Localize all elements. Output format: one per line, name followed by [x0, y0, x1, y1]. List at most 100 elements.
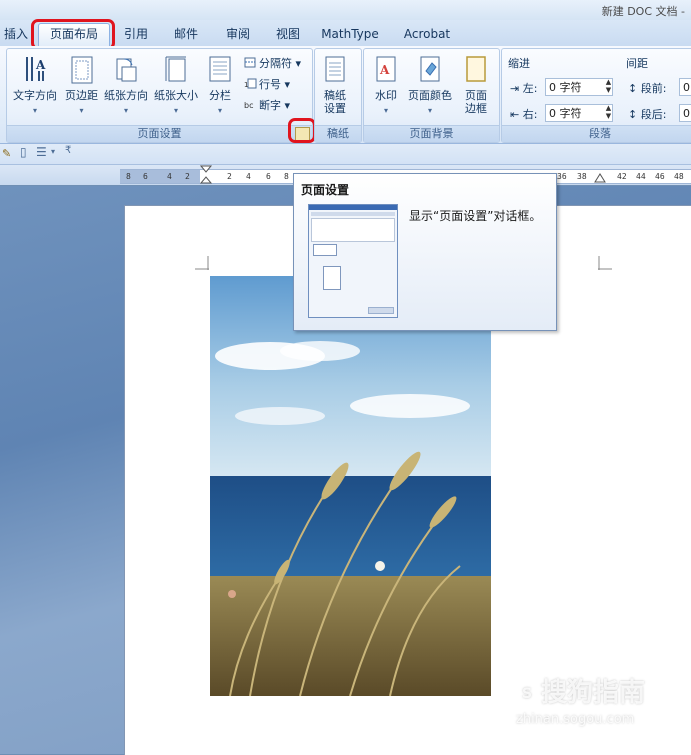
space-after-input[interactable]: 0	[679, 104, 691, 122]
columns-caret: ▾	[217, 106, 222, 115]
draft-paper-icon	[325, 56, 345, 82]
preview-titlebar	[309, 205, 397, 210]
ruler-number: 8	[126, 172, 131, 181]
ruler-number: 44	[636, 172, 646, 181]
page-setup-dialog-launcher[interactable]	[295, 127, 310, 141]
text-direction-button[interactable]: A 文字方向 ▾	[13, 55, 57, 117]
tooltip-description: 显示“页面设置”对话框。	[409, 209, 542, 223]
group-label-page-setup: 页面设置	[7, 125, 312, 142]
svg-text:A: A	[379, 63, 390, 77]
group-page-setup: A 文字方向 ▾ 页边距 ▾ 纸张方向 ▾ 纸张大小 ▾ 分栏 ▾ 分隔符 ▾ …	[6, 48, 313, 143]
ruler-number: 4	[167, 172, 172, 181]
page-borders-label-line2: 边框	[465, 102, 487, 115]
watermark-label: 水印	[375, 89, 397, 102]
ruler-number: 36	[557, 172, 567, 181]
paper-size-button[interactable]: 纸张大小 ▾	[154, 55, 198, 117]
group-paragraph: 缩进 间距 ⇥ 左: 0 字符 ▲ ▼ ⇤ 右: 0 字符 ▲ ▼ ↕ 段前: 0 …	[501, 48, 691, 143]
window-title: 新建 DOC 文档 -	[601, 5, 685, 18]
tab-mathtype[interactable]: MathType	[318, 24, 382, 44]
text-direction-label: 文字方向	[13, 89, 57, 102]
tab-review[interactable]: 审阅	[220, 24, 256, 44]
text-direction-icon: A	[26, 57, 46, 81]
watermark-caret: ▾	[383, 106, 388, 115]
page-setup-tooltip: 页面设置 显示“页面设置”对话框。	[293, 173, 557, 331]
columns-icon	[209, 56, 231, 82]
page-color-caret: ▾	[427, 106, 432, 115]
hyphenation-button[interactable]: bc 断字 ▾	[244, 97, 290, 113]
breaks-label: 分隔符	[259, 57, 292, 70]
ribbon: A 文字方向 ▾ 页边距 ▾ 纸张方向 ▾ 纸张大小 ▾ 分栏 ▾ 分隔符 ▾ …	[0, 46, 691, 144]
indent-marker-icon[interactable]	[200, 165, 214, 185]
orientation-icon	[116, 58, 137, 82]
group-label-draft-paper: 稿纸	[315, 125, 361, 142]
ruler-number: 42	[617, 172, 627, 181]
page-color-button[interactable]: 页面颜色 ▾	[408, 55, 452, 117]
line-numbers-label: 行号	[259, 78, 281, 91]
watermark-button[interactable]: A 水印 ▾	[374, 55, 398, 117]
ruler-number: 46	[655, 172, 665, 181]
watermark-brand: S 搜狗指南	[513, 672, 645, 709]
orientation-button[interactable]: 纸张方向 ▾	[104, 55, 148, 117]
line-numbers-icon: 1	[244, 78, 257, 89]
preview-buttons	[368, 307, 394, 314]
ruler-number: 38	[577, 172, 587, 181]
page-color-label: 页面颜色	[408, 89, 452, 102]
margins-button[interactable]: 页边距 ▾	[65, 55, 98, 117]
ruler-number: 4	[246, 172, 251, 181]
space-before-icon: ↕	[628, 82, 641, 95]
customize-toolbar-icon[interactable]: ₹	[65, 145, 71, 156]
group-page-background: A 水印 ▾ 页面颜色 ▾ 页面 边框 页面背景	[363, 48, 500, 143]
page-color-icon	[420, 56, 440, 82]
page-borders-icon	[466, 56, 486, 82]
space-after-label: ↕ 段后:	[628, 108, 667, 121]
list-format-caret[interactable]: ▾	[51, 147, 55, 156]
new-document-icon[interactable]: ▯	[20, 145, 27, 159]
draft-paper-setup-button[interactable]: 稿纸 设置	[323, 55, 347, 115]
indent-right-label: ⇤ 右:	[510, 108, 538, 121]
tab-references[interactable]: 引用	[118, 24, 154, 44]
ruler-number: 8	[284, 172, 289, 181]
columns-label: 分栏	[209, 89, 231, 102]
edit-icon[interactable]: ✎	[2, 147, 11, 160]
paper-size-caret: ▾	[173, 106, 178, 115]
title-bar: 新建 DOC 文档 -	[0, 0, 691, 20]
indent-left-spinner[interactable]: ▲ ▼	[603, 78, 614, 96]
right-indent-marker-icon[interactable]	[594, 171, 606, 183]
tab-insert[interactable]: 插入	[2, 24, 30, 44]
indent-title: 缩进	[508, 57, 530, 70]
inserted-photo[interactable]	[210, 276, 491, 696]
watermark-url: zhinan.sogou.com	[516, 712, 635, 727]
ruler-number: 6	[266, 172, 271, 181]
preview-tabs	[311, 212, 395, 216]
line-numbers-button[interactable]: 1 行号 ▾	[244, 76, 290, 92]
hyphenation-icon: bc	[244, 101, 253, 110]
page-borders-button[interactable]: 页面 边框	[464, 55, 488, 115]
crop-mark-left-icon	[195, 256, 209, 270]
svg-text:1: 1	[244, 81, 248, 89]
svg-text:A: A	[35, 58, 46, 72]
list-format-icon[interactable]: ☰	[36, 145, 47, 159]
tab-mailings[interactable]: 邮件	[168, 24, 204, 44]
space-before-input[interactable]: 0	[679, 78, 691, 96]
ruler-number: 2	[185, 172, 190, 181]
crop-mark-right-icon	[598, 256, 612, 270]
indent-right-spinner[interactable]: ▲ ▼	[603, 104, 614, 122]
indent-right-icon: ⇤	[510, 108, 523, 121]
group-draft-paper: 稿纸 设置 稿纸	[314, 48, 362, 143]
indent-left-label: ⇥ 左:	[510, 82, 538, 95]
ruler-number: 48	[674, 172, 684, 181]
margins-icon	[71, 56, 92, 84]
preview-orientation	[313, 244, 337, 256]
group-label-paragraph: 段落	[502, 125, 691, 142]
watermark-icon: A	[376, 56, 396, 82]
breaks-button[interactable]: 分隔符 ▾	[244, 55, 301, 71]
preview-page	[323, 266, 341, 290]
margins-label: 页边距	[65, 89, 98, 102]
tab-acrobat[interactable]: Acrobat	[398, 24, 456, 44]
tab-view[interactable]: 视图	[270, 24, 306, 44]
tab-page-layout[interactable]: 页面布局	[38, 23, 110, 46]
orientation-label: 纸张方向	[104, 89, 148, 102]
columns-button[interactable]: 分栏 ▾	[208, 55, 232, 117]
draft-paper-label-line1: 稿纸	[324, 89, 346, 102]
margins-caret: ▾	[79, 106, 84, 115]
